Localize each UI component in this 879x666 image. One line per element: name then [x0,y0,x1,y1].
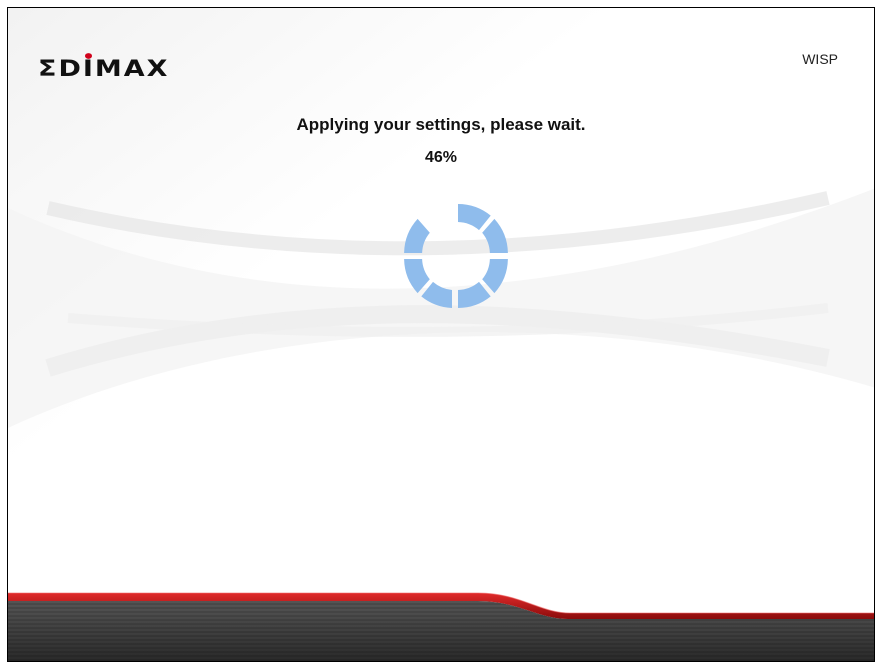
setup-wizard-window: ΣDIMAX WISP Applying your settings, plea… [7,7,875,662]
footer-bar [8,592,874,661]
spinner-segments [404,204,508,308]
edimax-logo: ΣDIMAX [38,53,170,82]
background-waves [8,8,874,661]
loading-spinner-icon [404,204,508,308]
progress-percentage: 46% [424,149,458,166]
status-message: Applying your settings, please wait. [296,115,586,134]
mode-label: WISP [802,51,838,67]
